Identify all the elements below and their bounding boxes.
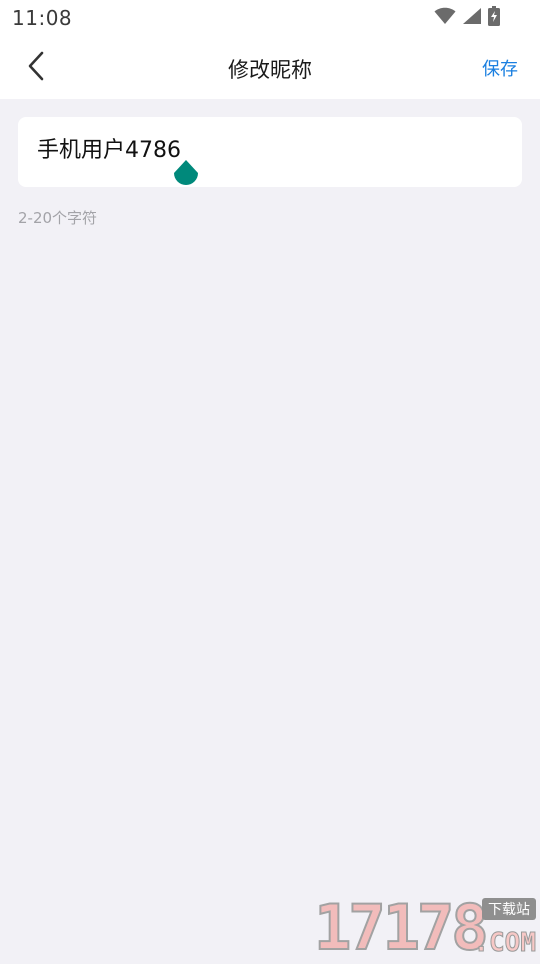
nickname-input[interactable] bbox=[37, 133, 497, 163]
status-icons bbox=[434, 6, 500, 30]
watermark-domain: .COM bbox=[473, 928, 537, 959]
status-time: 11:08 bbox=[12, 6, 73, 30]
page-title: 修改昵称 bbox=[228, 58, 312, 82]
nickname-field-card bbox=[18, 117, 522, 187]
text-cursor-handle[interactable] bbox=[171, 159, 201, 197]
header-area: 11:08 修改昵称 保存 bbox=[0, 0, 540, 99]
character-limit-hint: 2-20个字符 bbox=[18, 209, 98, 227]
watermark-logo: 17178 下载站 .COM bbox=[312, 890, 538, 964]
cellular-signal-icon bbox=[462, 7, 482, 29]
watermark-number: 17178 bbox=[313, 890, 490, 964]
watermark-tag: 下载站 bbox=[482, 898, 536, 920]
wifi-icon bbox=[434, 7, 456, 29]
save-button[interactable]: 保存 bbox=[482, 55, 518, 81]
status-bar: 11:08 bbox=[0, 0, 540, 36]
battery-charging-icon bbox=[488, 6, 500, 30]
navigation-bar: 修改昵称 保存 bbox=[0, 36, 540, 99]
